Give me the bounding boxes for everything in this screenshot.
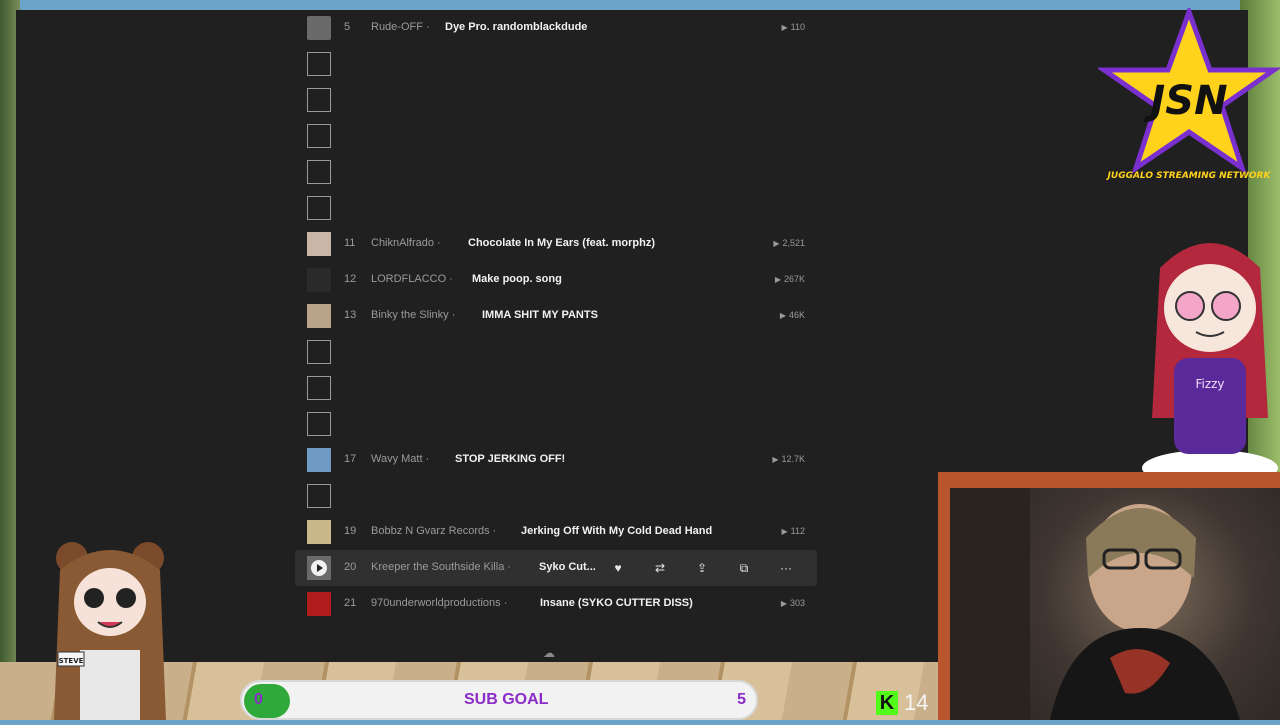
track-row-placeholder (295, 334, 817, 370)
track-artist[interactable]: ChiknAlfrado · (371, 237, 441, 249)
track-title[interactable]: Insane (SYKO CUTTER DISS) (540, 597, 693, 609)
track-number: 17 (344, 453, 357, 465)
artwork-placeholder (307, 196, 331, 220)
track-row[interactable]: 17 Wavy Matt · STOP JERKING OFF! ▶ 12.7K (295, 442, 817, 478)
play-icon: ▶ (781, 23, 788, 32)
play-count: ▶ 110 (781, 22, 805, 32)
sub-goal-bar: 0 SUB GOAL 5 (240, 680, 758, 720)
track-row-placeholder (295, 118, 817, 154)
play-icon: ▶ (773, 239, 780, 248)
track-artwork[interactable] (307, 520, 331, 544)
heart-icon[interactable]: ♥ (607, 559, 629, 577)
jsn-logo-text: JSN (1143, 78, 1227, 124)
fizzy-avatar: Fizzy (1140, 228, 1280, 486)
track-row-placeholder (295, 190, 817, 226)
artwork-placeholder (307, 376, 331, 400)
track-artwork[interactable] (307, 16, 331, 40)
share-icon[interactable]: ⇪ (691, 559, 713, 577)
jsn-subtitle: JUGGALO STREAMING NETWORK (1106, 171, 1272, 181)
track-row[interactable]: 19 Bobbz N Gvarz Records · Jerking Off W… (295, 514, 817, 550)
track-artwork[interactable] (307, 448, 331, 472)
kick-logo-icon: K (876, 691, 898, 715)
track-artist[interactable]: 970underworldproductions · (371, 597, 507, 609)
artwork-placeholder (307, 484, 331, 508)
play-icon: ▶ (772, 455, 779, 464)
track-number: 19 (344, 525, 357, 537)
track-artist[interactable]: LORDFLACCO · (371, 273, 453, 285)
fizzy-shirt-text: Fizzy (1195, 377, 1224, 391)
kick-viewer-count: 14 (904, 690, 929, 715)
play-button[interactable] (311, 560, 327, 576)
track-number: 21 (344, 597, 357, 609)
track-artist[interactable]: Binky the Slinky · (371, 309, 455, 321)
sub-goal-current: 0 (254, 691, 263, 708)
artwork-placeholder (307, 412, 331, 436)
artwork-placeholder (307, 124, 331, 148)
track-row-placeholder (295, 478, 817, 514)
track-artist[interactable]: Rude-OFF · (371, 21, 430, 33)
track-title[interactable]: STOP JERKING OFF! (455, 453, 565, 465)
track-row[interactable]: 11 ChiknAlfrado · Chocolate In My Ears (… (295, 226, 817, 262)
track-artist[interactable]: Bobbz N Gvarz Records · (371, 525, 496, 537)
track-title[interactable]: Dye Pro. randomblackdude (445, 21, 587, 33)
track-row-placeholder (295, 46, 817, 82)
play-icon: ▶ (779, 311, 786, 320)
track-title[interactable]: Jerking Off With My Cold Dead Hand (521, 525, 712, 537)
sub-goal-fill (244, 684, 290, 718)
webcam-feed (950, 488, 1280, 720)
copy-link-icon[interactable]: ⧉ (733, 559, 755, 577)
more-icon[interactable]: ··· (775, 559, 797, 577)
play-count: ▶ 2,521 (773, 238, 805, 248)
play-count: ▶ 46K (779, 310, 805, 320)
track-row[interactable]: 13 Binky the Slinky · IMMA SHIT MY PANTS… (295, 298, 817, 334)
artwork-placeholder (307, 52, 331, 76)
track-row[interactable]: 12 LORDFLACCO · Make poop. song ▶ 267K (295, 262, 817, 298)
track-title[interactable]: IMMA SHIT MY PANTS (482, 309, 598, 321)
play-icon: ▶ (781, 527, 788, 536)
play-icon: ▶ (780, 599, 787, 608)
track-title[interactable]: Make poop. song (472, 273, 562, 285)
track-title[interactable]: Syko Cut... (539, 561, 596, 573)
track-row[interactable]: 21 970underworldproductions · Insane (SY… (295, 586, 817, 622)
track-number: 20 (344, 561, 357, 573)
play-count: ▶ 112 (781, 526, 805, 536)
track-row-placeholder (295, 82, 817, 118)
soundcloud-logo-icon: ☁ (543, 646, 555, 660)
track-list: 5 Rude-OFF · Dye Pro. randomblackdude ▶ 1… (295, 10, 817, 650)
track-artwork[interactable] (307, 592, 331, 616)
steve-avatar: STEVE (50, 540, 170, 720)
track-actions: ♥ ⇄ ⇪ ⧉ ··· (607, 559, 797, 577)
repost-icon[interactable]: ⇄ (649, 559, 671, 577)
track-number: 13 (344, 309, 357, 321)
jsn-logo: JSN JUGGALO STREAMING NETWORK (1095, 4, 1280, 188)
play-count: ▶ 267K (774, 274, 805, 284)
track-row-placeholder (295, 154, 817, 190)
artwork-placeholder (307, 160, 331, 184)
kick-counter: K 14 (876, 690, 928, 716)
artwork-placeholder (307, 340, 331, 364)
track-number: 11 (344, 237, 356, 249)
track-row-hovered[interactable]: 20 Kreeper the Southside Killa · Syko Cu… (295, 550, 817, 586)
track-row[interactable]: 5 Rude-OFF · Dye Pro. randomblackdude ▶ 1… (295, 10, 817, 46)
artwork-placeholder (307, 88, 331, 112)
track-artwork[interactable] (307, 232, 331, 256)
track-number: 12 (344, 273, 357, 285)
steve-badge-text: STEVE (59, 657, 84, 665)
sub-goal-target: 5 (737, 691, 746, 708)
track-artist[interactable]: Kreeper the Southside Killa · (371, 561, 511, 573)
track-row-placeholder (295, 370, 817, 406)
play-count: ▶ 12.7K (772, 454, 805, 464)
track-artwork[interactable] (307, 268, 331, 292)
sub-goal-label: SUB GOAL (464, 691, 549, 708)
play-count: ▶ 303 (780, 598, 805, 608)
track-row-placeholder (295, 406, 817, 442)
track-title[interactable]: Chocolate In My Ears (feat. morphz) (468, 237, 655, 249)
play-icon: ▶ (774, 275, 781, 284)
track-artist[interactable]: Wavy Matt · (371, 453, 429, 465)
track-artwork[interactable] (307, 304, 331, 328)
track-number: 5 (344, 21, 351, 33)
